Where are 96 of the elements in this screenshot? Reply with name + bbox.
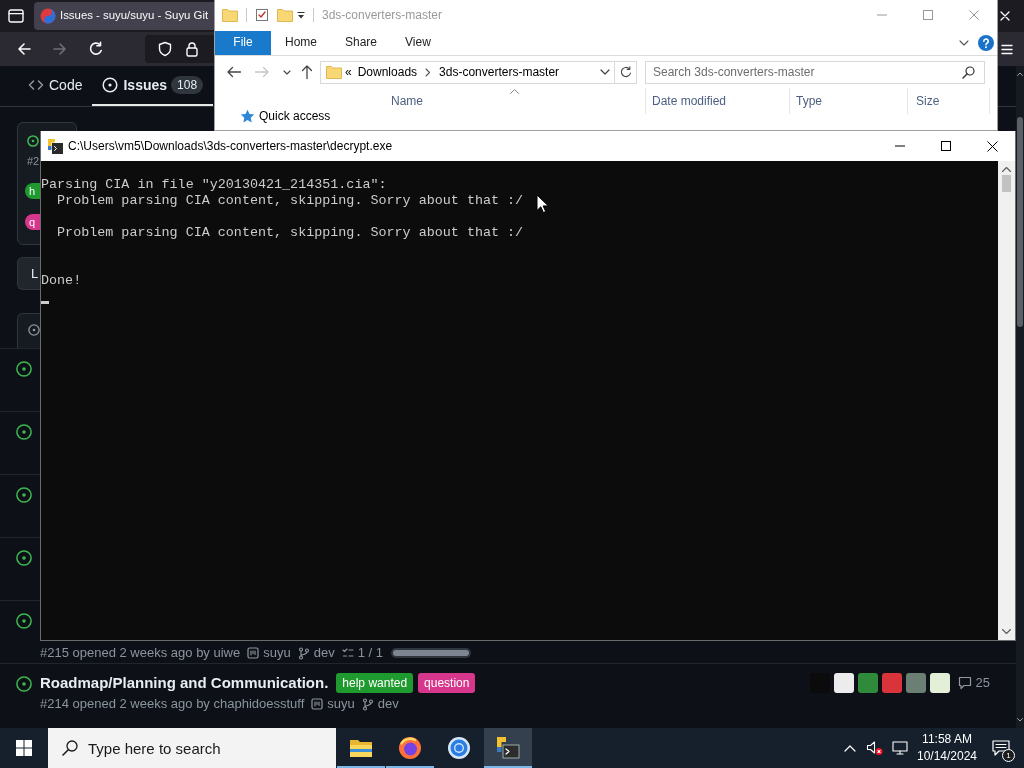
count-badge: 108 [171, 76, 204, 94]
search-icon [62, 740, 78, 756]
maximize-icon[interactable] [941, 141, 951, 151]
scrollbar-thumb[interactable] [1002, 175, 1011, 192]
mouse-pointer-icon [536, 194, 549, 214]
ring-icon [447, 736, 471, 760]
swirl-globe-icon [398, 736, 422, 760]
repo-tab[interactable]: Issues 108 [92, 66, 214, 106]
console-line: Problem parsing CIA content, skipping. Sorry about that :/ [56, 193, 524, 209]
ribbon-tab[interactable]: File [215, 30, 271, 55]
taskbar-app[interactable] [484, 728, 532, 768]
terminal-icon [47, 138, 63, 154]
issue-label[interactable]: help wanted [336, 673, 414, 693]
repo-tab[interactable]: Code [18, 66, 93, 106]
scroll-up-icon[interactable] [1002, 167, 1011, 172]
issue-opened-icon [102, 77, 119, 93]
breadcrumb[interactable]: Downloads [357, 64, 418, 80]
ribbon-tab[interactable]: View [391, 30, 445, 55]
search-icon[interactable] [962, 65, 975, 79]
window-title: 3ds-converters-master [322, 7, 443, 23]
scroll-down-icon[interactable] [1017, 718, 1023, 722]
chevron-down-icon[interactable] [283, 69, 291, 75]
project-link[interactable]: suyu [263, 645, 291, 661]
window-title: C:\Users\vm5\Downloads\3ds-converters-master\decrypt.exe [68, 138, 393, 154]
shield-icon[interactable] [157, 41, 173, 57]
nav-pane-item[interactable]: Quick access [259, 109, 331, 123]
back-arrow-icon[interactable] [226, 64, 242, 80]
ribbon-tab[interactable]: Home [271, 30, 331, 55]
notification-badge[interactable]: 1 [1002, 749, 1015, 762]
sort-caret-icon [510, 89, 519, 94]
issue-title-link[interactable]: Roadmap/Planning and Communication. [40, 673, 329, 693]
comment-count[interactable]: 25 [975, 673, 990, 693]
clock-date[interactable]: 10/14/2024 [916, 748, 978, 765]
chevron-down-icon[interactable] [959, 39, 969, 46]
breadcrumb-overflow[interactable]: « [345, 64, 352, 80]
chevron-up-icon[interactable] [844, 744, 856, 752]
close-icon[interactable] [986, 140, 998, 152]
console-line: Done! [41, 273, 82, 289]
browser-tab[interactable]: Issues - suyu/suyu - Suyu Git [34, 2, 214, 30]
scrollbar[interactable] [1016, 66, 1024, 728]
avatar-icon[interactable] [833, 673, 854, 693]
console-line: Parsing CIA in file "y20130421_214351.cia": [41, 177, 387, 193]
site-logo-icon [40, 8, 56, 24]
column-header[interactable]: Name [383, 88, 646, 114]
board-icon [311, 698, 324, 710]
windows-logo-icon[interactable] [16, 740, 32, 756]
address-bar[interactable]: « Downloads 3ds-converters-master [320, 60, 615, 84]
speaker-muted-icon[interactable] [866, 740, 883, 756]
notification-icon[interactable] [992, 740, 1010, 756]
tick-box-icon[interactable] [255, 8, 269, 22]
star-icon[interactable] [240, 109, 255, 124]
issue-label[interactable]: q [25, 214, 40, 230]
console-line: Problem parsing CIA content, skipping. Sorry about that :/ [56, 225, 524, 241]
issue-opened-icon [28, 324, 40, 336]
lock-icon[interactable] [184, 41, 200, 57]
terminal-icon [496, 736, 520, 760]
menu-icon[interactable] [1001, 43, 1013, 55]
address-field[interactable] [145, 35, 214, 63]
issue-label[interactable]: question [418, 673, 476, 693]
help-icon[interactable] [978, 34, 994, 51]
scroll-down-icon[interactable] [1002, 629, 1011, 634]
checklist-icon [341, 647, 354, 659]
issue-meta-text: #215 opened 2 weeks ago by uiwe [40, 645, 241, 661]
ribbon-tab[interactable]: Share [331, 30, 392, 55]
up-arrow-icon[interactable] [299, 64, 315, 80]
reload-icon[interactable] [88, 41, 104, 57]
comment-icon[interactable] [957, 676, 972, 690]
branch-link[interactable]: dev [377, 696, 399, 712]
monitor-icon[interactable] [892, 740, 908, 756]
dropdown-icon[interactable] [297, 11, 305, 19]
chevron-down-icon[interactable] [600, 69, 610, 75]
breadcrumb[interactable]: 3ds-converters-master [439, 64, 560, 80]
task-count: 1 / 1 [357, 645, 383, 661]
column-header[interactable]: Size [908, 88, 990, 114]
branch-link[interactable]: dev [313, 645, 335, 661]
scrollbar-thumb[interactable] [1017, 117, 1023, 327]
issue-number: #2 [27, 155, 40, 167]
scroll-up-icon[interactable] [1017, 72, 1023, 76]
code-icon [28, 77, 44, 93]
column-header[interactable]: Type [790, 88, 908, 114]
clock-time[interactable]: 11:58 AM [922, 731, 972, 748]
issue-meta-text: #214 opened 2 weeks ago by chaphidoesstuff [40, 696, 305, 712]
chevron-right-icon [425, 67, 432, 77]
avatar-icon[interactable] [929, 673, 950, 693]
column-header[interactable]: Date modified [646, 88, 790, 114]
tab-list-icon[interactable] [8, 9, 24, 23]
project-link[interactable]: suyu [327, 696, 355, 712]
branch-icon [361, 697, 374, 711]
refresh-icon[interactable] [619, 66, 632, 78]
folder-icon [349, 738, 373, 758]
issue-label[interactable]: h [25, 183, 40, 199]
branch-icon [297, 646, 310, 660]
board-icon [247, 647, 260, 659]
back-arrow-icon[interactable] [16, 41, 32, 57]
scrollbar[interactable] [998, 161, 1015, 640]
list-button[interactable]: L [17, 257, 40, 290]
